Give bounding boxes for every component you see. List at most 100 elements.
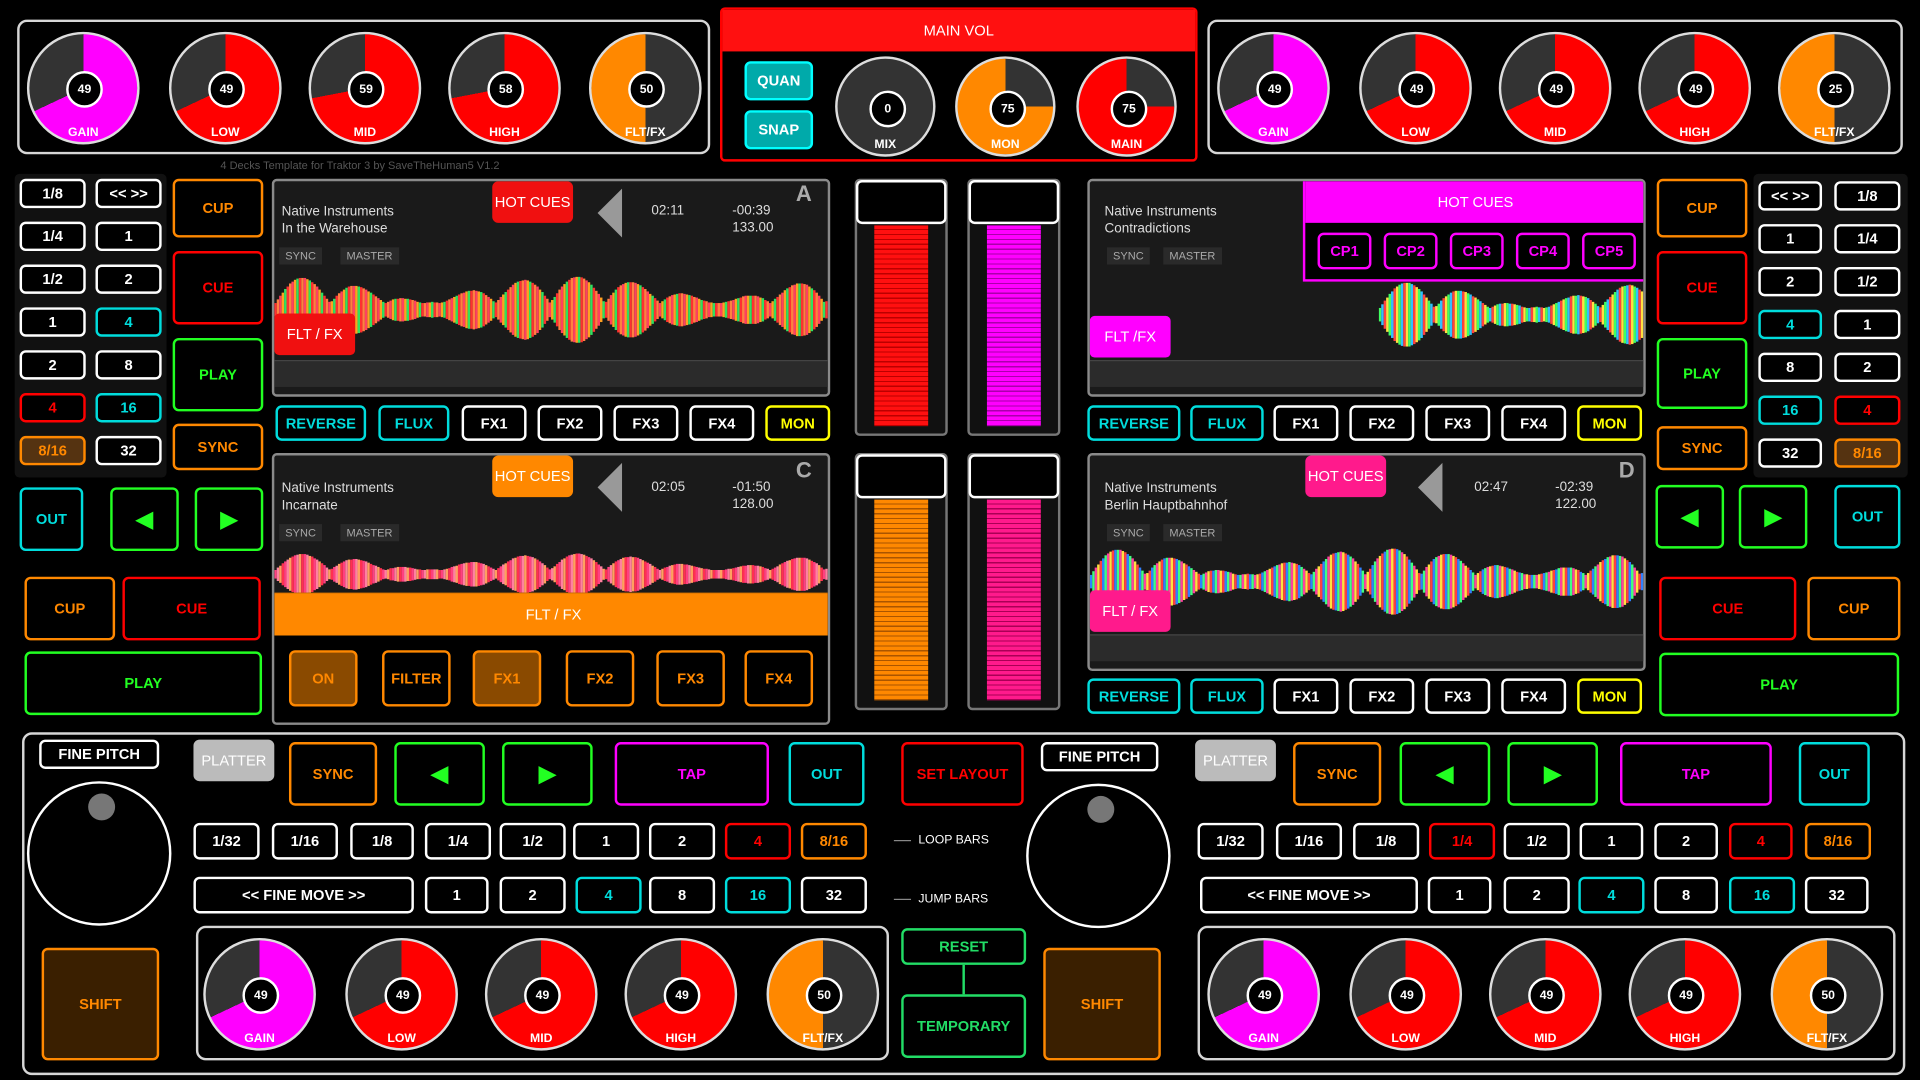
fx-on-button[interactable]: ON (288, 650, 358, 707)
deck-c-sync[interactable]: SYNC (279, 524, 323, 542)
deck-a-mon[interactable]: MON (765, 405, 831, 441)
loop-1[interactable]: 1 (1834, 309, 1901, 340)
shift-button-left[interactable]: SHIFT (41, 947, 160, 1061)
loop-1-32[interactable]: 1/32 (193, 822, 260, 860)
jump-16[interactable]: 16 (95, 393, 162, 423)
deck-b-flux[interactable]: FLUX (1190, 405, 1264, 441)
jump-4[interactable]: 4 (95, 307, 162, 337)
high-knob[interactable]: 49 HIGH (1638, 31, 1752, 145)
cue-point-5[interactable]: CP5 (1582, 232, 1636, 270)
loop-4[interactable]: 4 (724, 822, 792, 860)
deck-b-fx1[interactable]: FX1 (1273, 405, 1339, 441)
loop-1-32[interactable]: 1/32 (1197, 822, 1264, 860)
sync-button-bl[interactable]: SYNC (288, 742, 378, 806)
jump-2[interactable]: 2 (1758, 266, 1823, 297)
deck-d-hotcues-button[interactable]: HOT CUES (1305, 455, 1387, 498)
flt-fx-knob[interactable]: 50 FLT/FX (1770, 937, 1884, 1051)
tap-button-bl[interactable]: TAP (614, 742, 769, 806)
channel-fader-d[interactable] (967, 453, 1061, 711)
jog-wheel-left[interactable] (26, 781, 172, 926)
cup-button[interactable]: CUP (172, 178, 264, 238)
fine-move-button[interactable]: << FINE MOVE >> (193, 876, 414, 914)
deck-d-reverse[interactable]: REVERSE (1087, 678, 1181, 714)
loop-1-2[interactable]: 1/2 (1503, 822, 1570, 860)
flt-fx-knob[interactable]: 50 FLT/FX (588, 31, 702, 145)
jump-1[interactable]: 1 (424, 876, 489, 914)
deck-a-fx1[interactable]: FX1 (461, 405, 527, 441)
deck-c[interactable]: Native Instruments Incarnate HOT CUES 02… (271, 453, 831, 725)
prev-button-br[interactable]: ◀ (1399, 742, 1491, 806)
deck-d[interactable]: Native Instruments Berlin Hauptbahnhof H… (1087, 453, 1646, 672)
cup-button-c[interactable]: CUP (24, 576, 116, 641)
prev-button-b[interactable]: ◀ (1655, 484, 1725, 549)
low-knob[interactable]: 49 LOW (168, 31, 282, 145)
fx-1-button[interactable]: FX1 (472, 650, 542, 707)
deck-d-flux[interactable]: FLUX (1190, 678, 1264, 714)
mid-knob[interactable]: 49 MID (1498, 31, 1612, 145)
next-button-bl[interactable]: ▶ (502, 742, 593, 806)
jump-8[interactable]: 8 (648, 876, 716, 914)
out-button-b[interactable]: OUT (1834, 484, 1901, 549)
shift-button-right[interactable]: SHIFT (1043, 947, 1161, 1061)
gain-knob[interactable]: 49 GAIN (26, 31, 140, 145)
prev-button[interactable]: ◀ (110, 487, 179, 552)
deck-b-sync[interactable]: SYNC (1106, 247, 1150, 265)
jump-16[interactable]: 16 (1758, 395, 1823, 425)
fx-3-button[interactable]: FX3 (656, 650, 725, 707)
jump-4[interactable]: 4 (1758, 309, 1823, 340)
channel-fader-a[interactable] (854, 178, 948, 436)
jump-32[interactable]: 32 (1804, 876, 1869, 914)
deck-b-fltfx[interactable]: FLT /FX (1089, 315, 1171, 358)
gain-knob[interactable]: 49 GAIN (203, 937, 316, 1051)
fine-move-button-right[interactable]: << FINE MOVE >> (1200, 876, 1418, 914)
cue-button[interactable]: CUE (172, 251, 264, 325)
jump-2[interactable]: 2 (499, 876, 566, 914)
deck-c-fltfx[interactable]: FLT / FX (274, 593, 828, 636)
sync-button[interactable]: SYNC (172, 423, 264, 471)
cue-button-c[interactable]: CUE (122, 576, 261, 641)
deck-d-fx1[interactable]: FX1 (1273, 678, 1339, 714)
loop-1-4[interactable]: 1/4 (1834, 224, 1901, 254)
loop-1-4[interactable]: 1/4 (19, 221, 86, 252)
mid-knob[interactable]: 49 MID (1488, 937, 1602, 1051)
jump-1[interactable]: 1 (95, 221, 162, 252)
prev-button-bl[interactable]: ◀ (394, 742, 485, 806)
out-button-bl[interactable]: OUT (788, 742, 865, 806)
loop-2[interactable]: 2 (648, 822, 716, 860)
cue-point-3[interactable]: CP3 (1449, 232, 1504, 270)
deck-d-master[interactable]: MASTER (1163, 524, 1222, 542)
deck-b-hotcues-button[interactable]: HOT CUES (1305, 181, 1644, 223)
fx-filter-button[interactable]: FILTER (382, 650, 451, 707)
snap-button[interactable]: SNAP (744, 110, 814, 150)
deck-d-sync[interactable]: SYNC (1106, 524, 1150, 542)
jump-1[interactable]: 1 (1758, 224, 1823, 254)
jump-1[interactable]: 1 (1427, 876, 1492, 914)
loop-1-2[interactable]: 1/2 (1834, 266, 1901, 297)
out-button[interactable]: OUT (19, 487, 84, 552)
deck-d-fx4[interactable]: FX4 (1501, 678, 1567, 714)
loop-2[interactable]: 2 (1834, 352, 1901, 383)
deck-a[interactable]: Native Instruments In the Warehouse HOT … (271, 178, 831, 397)
play-button-d[interactable]: PLAY (1659, 652, 1900, 717)
flt-fx-knob[interactable]: 25 FLT/FX (1777, 31, 1891, 145)
main-knob[interactable]: 75 MAIN (1076, 56, 1177, 157)
jump-8[interactable]: 8 (1758, 352, 1823, 383)
next-button-b[interactable]: ▶ (1738, 484, 1808, 549)
low-knob[interactable]: 49 LOW (1359, 31, 1472, 145)
cue-button-d[interactable]: CUE (1659, 576, 1797, 641)
tap-button-br[interactable]: TAP (1620, 742, 1772, 806)
temporary-button[interactable]: TEMPORARY (901, 994, 1027, 1058)
gain-knob[interactable]: 49 GAIN (1217, 31, 1330, 145)
deck-d-mon[interactable]: MON (1577, 678, 1643, 714)
deck-b-fx4[interactable]: FX4 (1501, 405, 1567, 441)
loop-8-16[interactable]: 8/16 (1834, 438, 1901, 468)
deck-b-mon[interactable]: MON (1577, 405, 1643, 441)
loop-1-16[interactable]: 1/16 (1275, 822, 1343, 860)
beatjump-nav[interactable]: << >> (1758, 181, 1823, 211)
loop-4[interactable]: 4 (19, 393, 86, 423)
deck-a-reverse[interactable]: REVERSE (275, 405, 367, 441)
cup-button-d[interactable]: CUP (1807, 576, 1901, 641)
deck-d-fx2[interactable]: FX2 (1349, 678, 1415, 714)
loop-1[interactable]: 1 (19, 307, 86, 337)
channel-fader-c[interactable] (854, 453, 948, 711)
